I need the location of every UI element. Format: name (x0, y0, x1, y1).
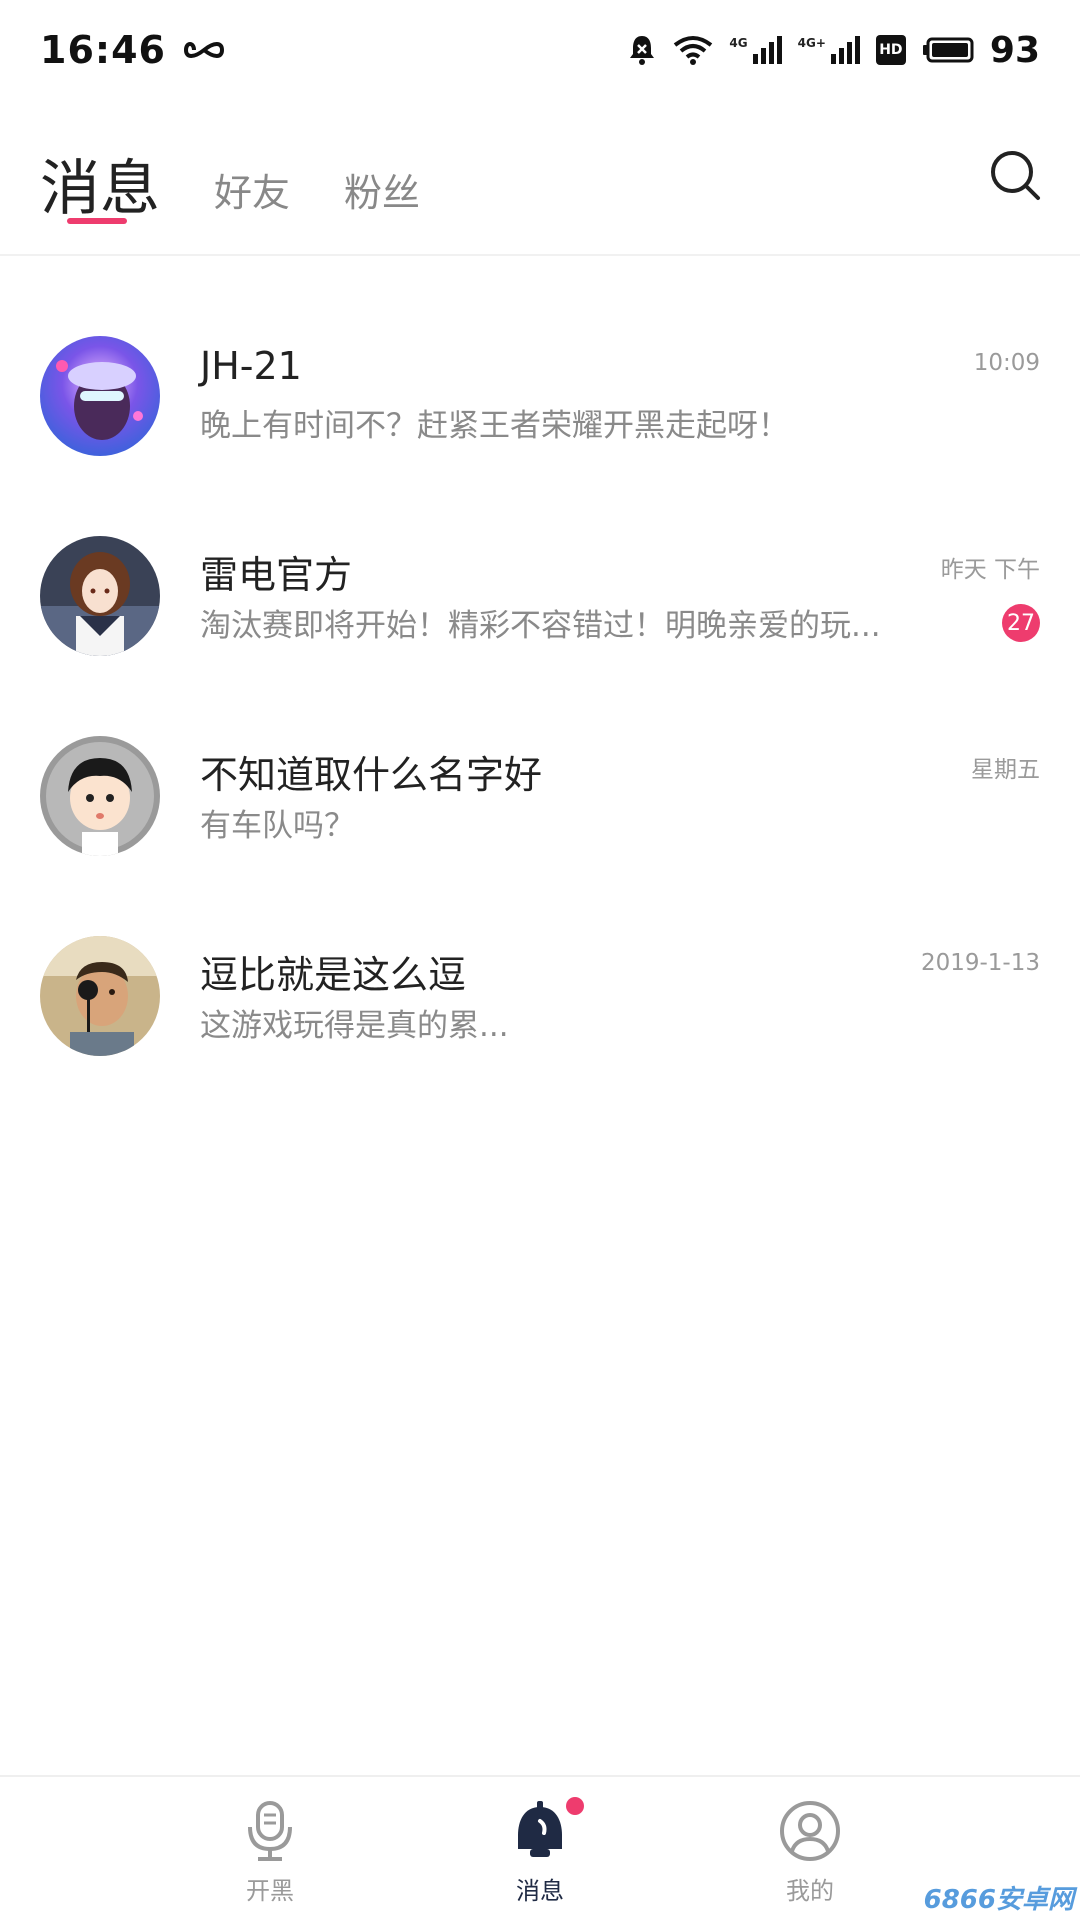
nav-item-kaihei[interactable]: 开黑 (200, 1799, 340, 1909)
top-tabs: 消息 好友 粉丝 (0, 120, 1080, 250)
hd-icon: HD (875, 35, 906, 65)
conversation-preview: 晚上有时间不？赶紧王者荣耀开黑走起呀！ (200, 408, 789, 444)
signal-4g-plus-icon: 4G+ (798, 36, 860, 64)
status-time: 16:46 (40, 28, 166, 72)
signal-4g-icon: 4G (729, 36, 782, 64)
bell-icon (518, 1801, 562, 1857)
alarm-bell-icon (630, 36, 655, 65)
header-divider (0, 254, 1080, 256)
conversation-name: 逗比就是这么逗 (200, 953, 467, 997)
unread-badge: 27 (1002, 604, 1040, 642)
conversation-name: JH-21 (200, 344, 302, 388)
tab-friends[interactable]: 好友 (214, 162, 290, 215)
conversation-item[interactable]: JH-21 晚上有时间不？赶紧王者荣耀开黑走起呀！ 10:09 (0, 300, 1080, 500)
conversation-time: 昨天 下午 (940, 557, 1040, 583)
nav-item-messages[interactable]: 消息 (470, 1797, 610, 1909)
nav-label: 消息 (516, 1877, 564, 1905)
watermark: 6866安卓网 (923, 1885, 1074, 1915)
tab-fans[interactable]: 粉丝 (344, 162, 420, 215)
conversation-name: 雷电官方 (200, 553, 353, 597)
notification-dot (566, 1797, 584, 1815)
battery-icon (922, 37, 974, 63)
avatar[interactable] (40, 336, 160, 456)
microphone-icon (248, 1801, 292, 1861)
conversation-item[interactable]: 逗比就是这么逗 这游戏玩得是真的累... 2019-1-13 (0, 900, 1080, 1100)
conversation-preview: 淘汰赛即将开始！精彩不容错过！明晚亲爱的玩... (200, 608, 881, 644)
conversation-time: 10:09 (973, 350, 1040, 376)
conversation-time: 2019-1-13 (920, 950, 1040, 976)
user-icon (780, 1801, 840, 1861)
conversation-preview: 这游戏玩得是真的累... (200, 1008, 509, 1044)
infinity-icon (183, 42, 224, 58)
conversation-name: 不知道取什么名字好 (200, 753, 543, 797)
nav-label: 我的 (786, 1877, 834, 1905)
tab-messages[interactable]: 消息 (40, 140, 160, 224)
avatar[interactable] (40, 736, 160, 856)
battery-level: 93 (989, 29, 1040, 71)
conversation-list: JH-21 晚上有时间不？赶紧王者荣耀开黑走起呀！ 10:09 雷电官方 淘汰赛… (0, 300, 1080, 1100)
avatar[interactable] (40, 936, 160, 1056)
bottom-nav: 开黑 消息 我的 6866安卓网 (0, 1775, 1080, 1922)
conversation-time: 星期五 (971, 757, 1040, 783)
conversation-preview: 有车队吗？ (200, 808, 355, 844)
avatar[interactable] (40, 536, 160, 656)
tab-indicator (67, 218, 127, 224)
nav-item-profile[interactable]: 我的 (740, 1799, 880, 1909)
conversation-item[interactable]: 雷电官方 淘汰赛即将开始！精彩不容错过！明晚亲爱的玩... 昨天 下午 27 (0, 500, 1080, 700)
conversation-item[interactable]: 不知道取什么名字好 有车队吗？ 星期五 (0, 700, 1080, 900)
status-bar: 16:46 4G 4G+ HD 93 (0, 0, 1080, 100)
wifi-icon (674, 36, 713, 65)
search-icon[interactable] (988, 148, 1044, 204)
nav-label: 开黑 (246, 1877, 294, 1905)
